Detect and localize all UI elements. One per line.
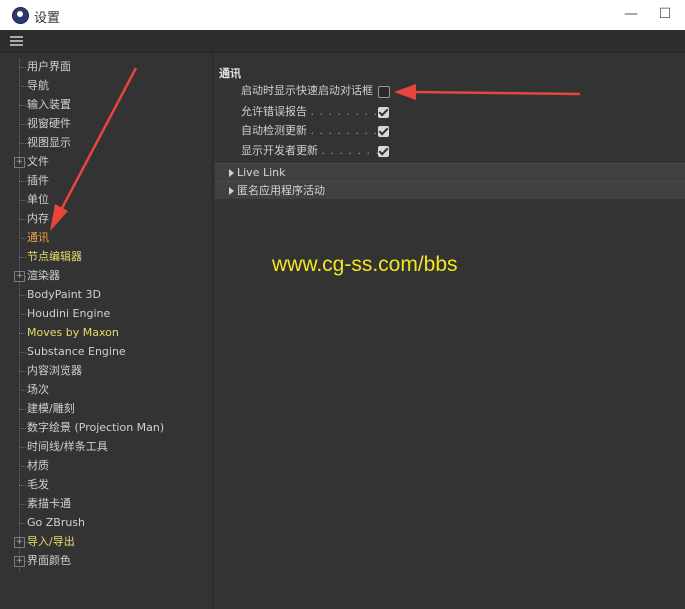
sidebar-item[interactable]: 毛发 bbox=[19, 475, 49, 494]
window-title: 设置 bbox=[34, 11, 61, 26]
option-label: 启动时显示快速启动对话框 bbox=[241, 84, 373, 97]
sidebar-item[interactable]: Go ZBrush bbox=[18, 513, 85, 532]
sidebar-item[interactable]: 导入/导出 bbox=[19, 532, 75, 551]
sidebar-item[interactable]: Houdini Engine bbox=[18, 304, 110, 323]
settings-main-panel: 通讯 启动时显示快速启动对话框 允许错误报告 . . . . . . . . .… bbox=[213, 53, 685, 609]
sidebar-item[interactable]: 时间线/样条工具 bbox=[19, 437, 108, 456]
checkbox-allow-error-report[interactable] bbox=[378, 107, 389, 118]
expand-plus-icon[interactable]: + bbox=[14, 537, 25, 548]
sidebar-item[interactable]: Moves by Maxon bbox=[19, 323, 119, 342]
checkbox-show-quickstart[interactable] bbox=[378, 86, 390, 98]
expand-plus-icon[interactable]: + bbox=[14, 271, 25, 282]
sidebar-item[interactable]: 文件 bbox=[19, 152, 49, 171]
option-show-quickstart: 启动时显示快速启动对话框 bbox=[241, 82, 373, 100]
cinema4d-logo-icon bbox=[12, 7, 29, 24]
section-title: 通讯 bbox=[219, 67, 241, 80]
settings-sidebar: 用户界面 导航 输入装置 视窗硬件 视图显示 文件 + 插件 单位 内存 通讯 节点编辑器 渲染器 + Bo… bbox=[0, 53, 213, 609]
checkbox-show-dev-updates[interactable] bbox=[378, 146, 389, 157]
sidebar-item[interactable]: 用户界面 bbox=[19, 57, 71, 76]
checkbox-auto-check-updates[interactable] bbox=[378, 126, 389, 137]
sidebar-item[interactable]: 素描卡通 bbox=[19, 494, 71, 513]
expand-plus-icon[interactable]: + bbox=[14, 556, 25, 567]
option-auto-check-updates: 自动检测更新 . . . . . . . . . bbox=[241, 122, 387, 140]
group-live-link[interactable]: Live Link bbox=[215, 163, 685, 181]
sidebar-item[interactable]: 导航 bbox=[19, 76, 49, 95]
sidebar-item[interactable]: 视窗硬件 bbox=[19, 114, 71, 133]
sidebar-item[interactable]: 节点编辑器 bbox=[19, 247, 82, 266]
maximize-button[interactable]: ☐ bbox=[654, 4, 676, 24]
window-titlebar: 设置 — ☐ bbox=[0, 0, 685, 30]
group-anonymous-activity[interactable]: 匿名应用程序活动 bbox=[215, 181, 685, 199]
option-label: 允许错误报告 bbox=[241, 105, 307, 118]
sidebar-item[interactable]: 插件 bbox=[19, 171, 49, 190]
expand-plus-icon[interactable]: + bbox=[14, 157, 25, 168]
tree-connector-line bbox=[19, 59, 21, 571]
group-label: Live Link bbox=[237, 166, 286, 179]
option-label: 显示开发者更新 bbox=[241, 144, 318, 157]
option-leader-dots: . . . . . . . bbox=[321, 144, 380, 157]
sidebar-item[interactable]: 界面颜色 bbox=[19, 551, 71, 570]
sidebar-item[interactable]: Substance Engine bbox=[19, 342, 126, 361]
group-label: 匿名应用程序活动 bbox=[237, 184, 325, 197]
sidebar-item[interactable]: 场次 bbox=[19, 380, 49, 399]
expand-triangle-icon bbox=[229, 169, 234, 177]
option-leader-dots: . . . . . . . . . bbox=[310, 105, 387, 118]
sidebar-item[interactable]: 渲染器 bbox=[19, 266, 60, 285]
sidebar-item[interactable]: 单位 bbox=[19, 190, 49, 209]
hamburger-menu-icon[interactable] bbox=[10, 36, 23, 46]
sidebar-item[interactable]: 建模/雕刻 bbox=[19, 399, 75, 418]
sidebar-item[interactable]: BodyPaint 3D bbox=[19, 285, 101, 304]
menu-bar bbox=[0, 30, 685, 53]
option-show-dev-updates: 显示开发者更新 . . . . . . . bbox=[241, 142, 380, 160]
watermark-text: www.cg-ss.com/bbs bbox=[272, 253, 458, 276]
expand-triangle-icon bbox=[229, 187, 234, 195]
minimize-button[interactable]: — bbox=[620, 4, 642, 24]
option-leader-dots: . . . . . . . . . bbox=[310, 124, 387, 137]
sidebar-item[interactable]: 内存 bbox=[19, 209, 49, 228]
sidebar-item[interactable]: 材质 bbox=[19, 456, 49, 475]
sidebar-item[interactable]: 输入装置 bbox=[19, 95, 71, 114]
sidebar-item[interactable]: 通讯 bbox=[19, 228, 49, 247]
sidebar-item[interactable]: 数字绘景 (Projection Man) bbox=[18, 418, 164, 437]
sidebar-item[interactable]: 视图显示 bbox=[19, 133, 71, 152]
sidebar-item[interactable]: 内容浏览器 bbox=[19, 361, 82, 380]
option-label: 自动检测更新 bbox=[241, 124, 307, 137]
option-allow-error-report: 允许错误报告 . . . . . . . . . bbox=[241, 103, 387, 121]
